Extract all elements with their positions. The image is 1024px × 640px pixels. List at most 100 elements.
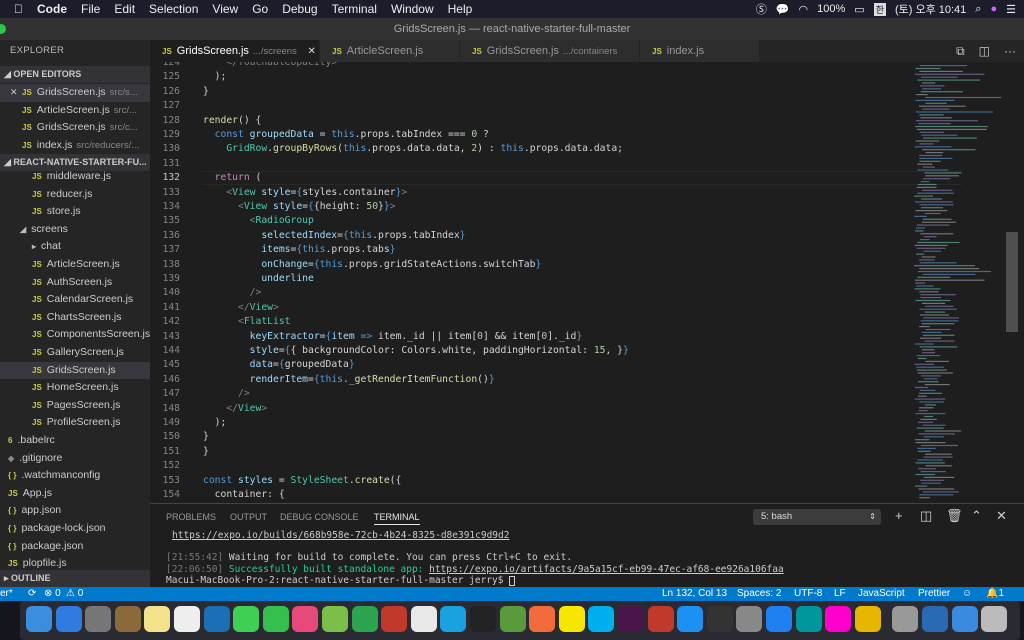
file-tree-item[interactable]: 6 .babelrc bbox=[0, 432, 150, 450]
menu-edit[interactable]: Edit bbox=[114, 2, 135, 16]
menu-window[interactable]: Window bbox=[391, 2, 434, 16]
dock-chrome-canary[interactable] bbox=[854, 606, 881, 632]
terminal-shell-select[interactable]: 5: bash ⇕ bbox=[753, 509, 881, 525]
dock-trash[interactable] bbox=[981, 606, 1008, 632]
more-actions-icon[interactable]: ··· bbox=[1004, 44, 1016, 59]
build-url[interactable]: https://expo.io/builds/668b958e-72cb-4b2… bbox=[172, 530, 509, 541]
apple-icon[interactable]:  bbox=[14, 2, 23, 16]
outline-header[interactable]: ▸ OUTLINE bbox=[0, 570, 150, 587]
minimap[interactable] bbox=[910, 62, 1006, 503]
siri-icon[interactable]: ● bbox=[990, 3, 997, 15]
dock-filezilla[interactable] bbox=[381, 606, 408, 632]
spotlight-icon[interactable]: ⌕ bbox=[975, 3, 981, 16]
code-editor[interactable]: 124 </TouchableOpacity> 125 ); 126} 127 128 r… bbox=[150, 62, 1024, 503]
dock-git[interactable] bbox=[351, 606, 378, 632]
open-changes-icon[interactable]: ⧉ bbox=[956, 44, 965, 59]
language-mode[interactable]: JavaScript bbox=[858, 587, 905, 601]
file-tree-item[interactable]: JS store.js bbox=[0, 203, 150, 221]
file-tree-item[interactable]: JS ArticleScreen.js bbox=[0, 256, 150, 274]
dock-safari[interactable] bbox=[55, 606, 82, 632]
dock-photos[interactable] bbox=[825, 606, 852, 632]
dock-xcode[interactable] bbox=[677, 606, 704, 632]
sync-icon[interactable]: ⟳ bbox=[28, 587, 36, 601]
file-tree-item[interactable]: JS ChartsScreen.js bbox=[0, 309, 150, 327]
clock[interactable]: (토) 오후 10:41 bbox=[895, 1, 966, 17]
indentation[interactable]: Spaces: 2 bbox=[737, 587, 781, 601]
dock-skype[interactable] bbox=[588, 606, 615, 632]
split-terminal-icon[interactable]: ◫ bbox=[920, 508, 932, 524]
dock-postman[interactable] bbox=[529, 606, 556, 632]
open-editor-item[interactable]: JS GridsScreen.js src/c... bbox=[0, 119, 150, 137]
dock-launchpad[interactable] bbox=[85, 606, 112, 632]
messages-icon[interactable]: 💬 bbox=[776, 3, 790, 16]
tab-index-js[interactable]: JS index.js bbox=[640, 40, 760, 62]
dock-facetime[interactable] bbox=[262, 606, 289, 632]
tab-gridsscreen-js[interactable]: JS GridsScreen.js .../screens ✕ bbox=[150, 40, 320, 62]
input-method[interactable]: 한 bbox=[873, 2, 886, 16]
file-tree-item[interactable]: { } package-lock.json bbox=[0, 520, 150, 538]
open-editors-header[interactable]: ◢ OPEN EDITORS bbox=[0, 66, 150, 83]
file-tree-item[interactable]: { } .watchmanconfig bbox=[0, 467, 150, 485]
file-tree-item[interactable]: JS middleware.js bbox=[0, 168, 150, 186]
dock-slack[interactable] bbox=[618, 606, 644, 632]
notifications-icon[interactable]: 🔔1 bbox=[986, 587, 1004, 601]
formatter[interactable]: Prettier bbox=[918, 587, 950, 601]
dock-system-preferences[interactable] bbox=[892, 606, 919, 632]
dock-arduino[interactable] bbox=[795, 606, 822, 632]
split-editor-icon[interactable]: ◫ bbox=[979, 44, 990, 59]
file-tree-item[interactable]: JS ComponentsScreen.js bbox=[0, 326, 150, 344]
kill-terminal-icon[interactable]: 🗑 bbox=[946, 508, 963, 524]
terminal-prompt[interactable]: Macui-MacBook-Pro-2:react-native-starter… bbox=[166, 575, 516, 586]
dock-messages[interactable] bbox=[233, 606, 260, 632]
branch[interactable]: er* bbox=[0, 587, 13, 601]
dock-chrome[interactable] bbox=[410, 606, 437, 632]
new-terminal-icon[interactable]: + bbox=[895, 508, 903, 523]
dock-kakaotalk[interactable] bbox=[558, 606, 585, 632]
cursor-position[interactable]: Ln 132, Col 13 bbox=[662, 587, 727, 601]
skype-icon[interactable]: Ⓢ bbox=[756, 1, 767, 17]
file-tree-item[interactable]: JS reducer.js bbox=[0, 186, 150, 204]
close-icon[interactable]: ✕ bbox=[10, 84, 22, 102]
dock-vs-code[interactable] bbox=[203, 606, 230, 632]
file-tree-item[interactable]: { } package.json bbox=[0, 538, 150, 556]
file-tree-item[interactable]: JS HomeScreen.js bbox=[0, 379, 150, 397]
dock-downloads[interactable] bbox=[951, 606, 978, 632]
menu-go[interactable]: Go bbox=[252, 2, 268, 16]
dock-android-studio[interactable] bbox=[322, 606, 348, 632]
dock-finder[interactable] bbox=[26, 606, 52, 632]
menu-terminal[interactable]: Terminal bbox=[332, 2, 377, 16]
menu-debug[interactable]: Debug bbox=[282, 2, 317, 16]
encoding[interactable]: UTF-8 bbox=[794, 587, 822, 601]
tab-terminal[interactable]: TERMINAL bbox=[374, 512, 420, 525]
wifi-icon[interactable]: ◠ bbox=[799, 3, 809, 16]
file-tree-item[interactable]: JS ProfileScreen.js bbox=[0, 414, 150, 432]
open-editor-item[interactable]: ✕ JS GridsScreen.js src/s... bbox=[0, 84, 150, 102]
zoom-window-button[interactable] bbox=[0, 24, 6, 34]
file-tree-item[interactable]: JS CalendarScreen.js bbox=[0, 291, 150, 309]
close-panel-icon[interactable]: ✕ bbox=[996, 508, 1007, 524]
close-tab-icon[interactable]: ✕ bbox=[305, 46, 316, 57]
dock-github[interactable] bbox=[706, 606, 733, 632]
file-tree-item[interactable]: ◢ screens bbox=[0, 221, 150, 239]
file-tree-item[interactable]: { } app.json bbox=[0, 502, 150, 520]
dock-terminal[interactable] bbox=[470, 606, 496, 632]
menu-app[interactable]: Code bbox=[37, 2, 67, 16]
dock-android-emulator[interactable] bbox=[499, 606, 526, 632]
dock-reminders[interactable] bbox=[174, 606, 200, 632]
file-tree-item[interactable]: JS App.js bbox=[0, 485, 150, 503]
feedback-icon[interactable]: ☺ bbox=[962, 587, 972, 601]
battery-level[interactable]: 100% bbox=[817, 3, 845, 15]
dock-notes[interactable] bbox=[144, 606, 171, 632]
line-ending[interactable]: LF bbox=[834, 587, 846, 601]
warnings-indicator[interactable]: ⚠ 0 bbox=[66, 587, 83, 601]
file-tree-item[interactable]: JS AuthScreen.js bbox=[0, 274, 150, 292]
file-tree-item[interactable]: ◆ .gitignore bbox=[0, 450, 150, 468]
menu-help[interactable]: Help bbox=[448, 2, 473, 16]
dock-contacts[interactable] bbox=[114, 606, 141, 632]
file-tree-item[interactable]: JS GridsScreen.js bbox=[0, 361, 150, 380]
dock-itunes[interactable] bbox=[292, 606, 319, 632]
errors-indicator[interactable]: ⊗ 0 bbox=[44, 587, 61, 601]
editor-scrollbar[interactable] bbox=[1006, 232, 1018, 332]
dock-app-store[interactable] bbox=[766, 606, 792, 632]
file-tree-item[interactable]: JS GalleryScreen.js bbox=[0, 344, 150, 362]
